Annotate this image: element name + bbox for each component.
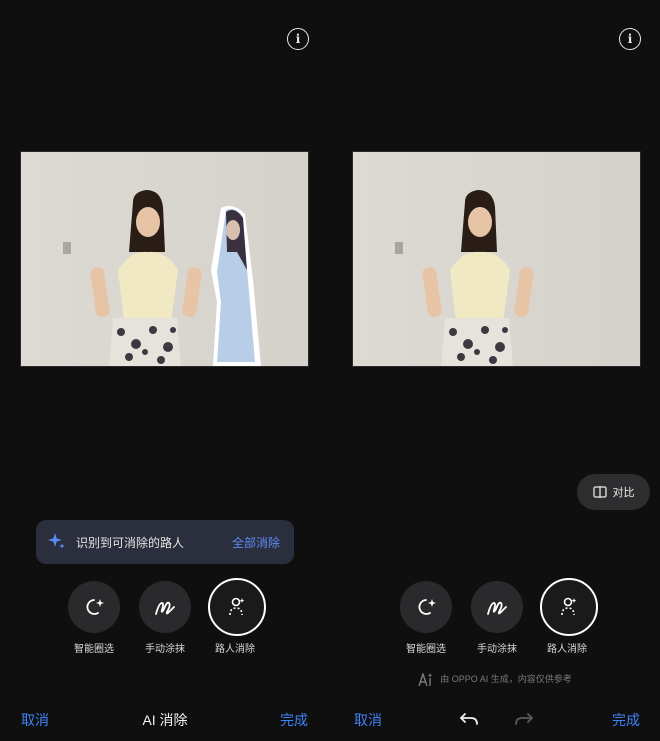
undo-icon[interactable] (459, 711, 479, 727)
passerby-remove-icon (229, 597, 245, 616)
photo-preview-result[interactable] (352, 151, 641, 367)
cancel-button[interactable]: 取消 (354, 710, 382, 730)
sparkle-icon (48, 533, 65, 549)
tool-manual-brush[interactable]: 手动涂抹 (138, 581, 192, 655)
tool-passerby-remove[interactable]: 路人消除 (540, 578, 598, 655)
banner-message: 识别到可消除的路人 (76, 536, 185, 550)
tool-passerby-remove[interactable]: 路人消除 (208, 578, 266, 655)
disclaimer-text: 由 OPPO AI 生成，内容仅供参考 (440, 674, 572, 684)
tool-label: 手动涂抹 (145, 644, 185, 655)
info-icon[interactable]: i (619, 28, 641, 50)
passerby-detected-banner: 识别到可消除的路人 全部消除 (36, 520, 294, 564)
tool-smart-select[interactable]: 智能圈选 (67, 581, 121, 655)
photo-preview-original[interactable] (20, 151, 309, 367)
smart-select-icon (86, 599, 104, 615)
tool-label: 路人消除 (215, 644, 255, 655)
done-button[interactable]: 完成 (280, 710, 308, 730)
redo-icon[interactable] (514, 711, 534, 727)
smart-select-icon (418, 599, 436, 615)
left-screen: i 识别到可消除的路人 全部消除 智能圈选 手动涂抹 路人消除 取消 AI 消除… (0, 0, 330, 741)
ai-disclaimer: 由 OPPO AI 生成，内容仅供参考 (330, 671, 660, 687)
tool-label: 智能圈选 (406, 644, 446, 655)
remove-all-button[interactable]: 全部消除 (232, 534, 280, 551)
tool-smart-select[interactable]: 智能圈选 (399, 581, 453, 655)
tool-manual-brush[interactable]: 手动涂抹 (470, 581, 524, 655)
brush-icon (155, 601, 175, 615)
done-button[interactable]: 完成 (612, 710, 640, 730)
compare-button[interactable]: 对比 (577, 474, 650, 510)
compare-icon (592, 486, 607, 498)
tool-label: 手动涂抹 (477, 644, 517, 655)
right-screen: i 对比 智能圈选 手动涂抹 路人消除 由 OPPO AI 生成，内容仅供参考 … (330, 0, 660, 741)
passerby-remove-icon (561, 597, 577, 616)
ai-logo-icon (418, 671, 433, 686)
tool-label: 路人消除 (547, 644, 587, 655)
brush-icon (487, 601, 507, 615)
compare-label: 对比 (612, 487, 635, 499)
tool-label: 智能圈选 (74, 644, 114, 655)
info-icon[interactable]: i (287, 28, 309, 50)
